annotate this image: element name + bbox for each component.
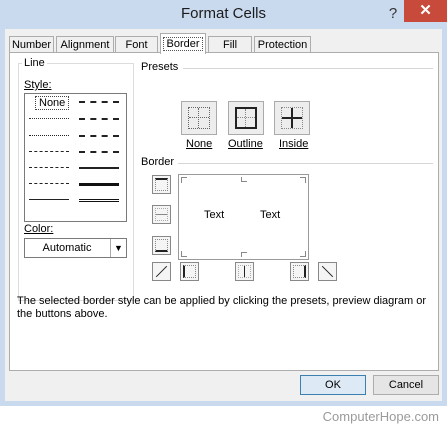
preview-text-left: Text: [204, 209, 225, 221]
line-style-medium-dash-dot[interactable]: [79, 135, 119, 137]
line-style-list[interactable]: None: [24, 93, 127, 222]
tab-alignment[interactable]: Alignment: [56, 36, 114, 53]
border-label: Border: [141, 156, 175, 168]
dialog-window: Format Cells ? ✕ Number Alignment Font B…: [0, 0, 447, 406]
tab-font-label: Font: [125, 39, 148, 51]
ok-button[interactable]: OK: [300, 375, 366, 395]
line-style-slant-dash-dot[interactable]: [79, 118, 119, 120]
window-title: Format Cells: [180, 5, 266, 22]
line-style-dash-dot[interactable]: [29, 167, 69, 168]
tab-alignment-label: Alignment: [60, 39, 110, 51]
tab-font[interactable]: Font: [115, 36, 158, 53]
preset-none-button[interactable]: [181, 101, 217, 135]
line-style-thick[interactable]: [79, 183, 119, 186]
close-button[interactable]: ✕: [404, 0, 447, 22]
border-inside-horizontal-icon: [155, 208, 168, 221]
border-right-icon: [293, 265, 306, 278]
corner-mark: [181, 177, 187, 183]
line-style-dotted[interactable]: [29, 135, 69, 136]
line-style-none[interactable]: None: [35, 96, 70, 110]
preset-inside-button[interactable]: [274, 101, 310, 135]
preset-inside-icon: [281, 107, 303, 129]
preset-inside-label-text: Inside: [279, 138, 309, 150]
border-top-button[interactable]: [152, 175, 171, 194]
border-left-button[interactable]: [180, 262, 199, 281]
border-bottom-icon: [155, 239, 168, 252]
middle-mark: [241, 177, 247, 182]
tab-border[interactable]: Border: [160, 33, 206, 54]
line-style-dash-dot-dot[interactable]: [29, 151, 69, 152]
style-label-text: Style:: [24, 79, 52, 91]
middle-mark: [241, 252, 247, 257]
presets-separator: [183, 68, 433, 69]
line-style-hair[interactable]: [29, 118, 69, 119]
preset-outline-icon: [235, 107, 257, 129]
preview-text-right: Text: [260, 209, 281, 221]
border-diagonal-down-button[interactable]: [318, 262, 337, 281]
line-style-dashed[interactable]: [29, 183, 69, 184]
description-text: The selected border style can be applied…: [17, 295, 427, 320]
style-label: Style:: [24, 79, 52, 91]
line-group-label: Line: [22, 57, 47, 69]
color-select-value: Automatic: [42, 242, 92, 254]
tab-border-label: Border: [163, 37, 203, 51]
border-inside-vertical-button[interactable]: [235, 262, 254, 281]
tab-fill-label: Fill: [222, 39, 238, 51]
corner-mark: [181, 251, 187, 257]
preset-none-label-text: None: [186, 138, 213, 150]
preset-outline-label-text: Outline: [228, 138, 263, 150]
preset-none-icon: [188, 107, 210, 129]
preset-outline-button[interactable]: [228, 101, 264, 135]
help-button[interactable]: ?: [384, 0, 402, 28]
border-inside-vertical-icon: [238, 265, 251, 278]
tab-fill[interactable]: Fill: [208, 36, 252, 53]
border-left-icon: [183, 265, 196, 278]
preset-inside-label: Inside: [279, 138, 309, 150]
tab-protection-label: Protection: [257, 39, 308, 51]
color-label-text: Color:: [24, 223, 54, 235]
border-diagonal-up-button[interactable]: [152, 262, 171, 281]
color-label: Color:: [24, 223, 54, 235]
dialog-client: Number Alignment Font Border Fill Protec…: [5, 29, 442, 401]
corner-mark: [300, 251, 306, 257]
border-panel: Line Style: None Color: Automatic ▼ Pres…: [9, 52, 439, 371]
corner-mark: [300, 177, 306, 183]
tab-number[interactable]: Number: [9, 36, 54, 53]
line-style-medium-dashed[interactable]: [79, 151, 119, 153]
border-right-button[interactable]: [290, 262, 309, 281]
cancel-button[interactable]: Cancel: [373, 375, 439, 395]
border-separator: [178, 163, 433, 164]
preset-none-label: None: [186, 138, 213, 150]
presets-label: Presets: [141, 61, 179, 73]
tab-protection[interactable]: Protection: [254, 36, 311, 53]
diagonal-up-icon: [155, 265, 168, 278]
color-select[interactable]: Automatic ▼: [24, 238, 127, 258]
border-inside-horizontal-button[interactable]: [152, 205, 171, 224]
line-style-medium-dash-dot-dot[interactable]: [79, 101, 119, 103]
line-style-medium[interactable]: [79, 167, 119, 169]
line-style-double[interactable]: [79, 199, 119, 202]
line-style-thin[interactable]: [29, 199, 69, 200]
tab-number-label: Number: [11, 39, 52, 51]
border-preview[interactable]: Text Text: [178, 174, 309, 260]
border-bottom-button[interactable]: [152, 236, 171, 255]
border-top-icon: [155, 178, 168, 191]
chevron-down-icon[interactable]: ▼: [110, 239, 126, 257]
diagonal-down-icon: [321, 265, 334, 278]
preset-outline-label: Outline: [228, 138, 263, 150]
watermark: ComputerHope.com: [322, 409, 439, 424]
